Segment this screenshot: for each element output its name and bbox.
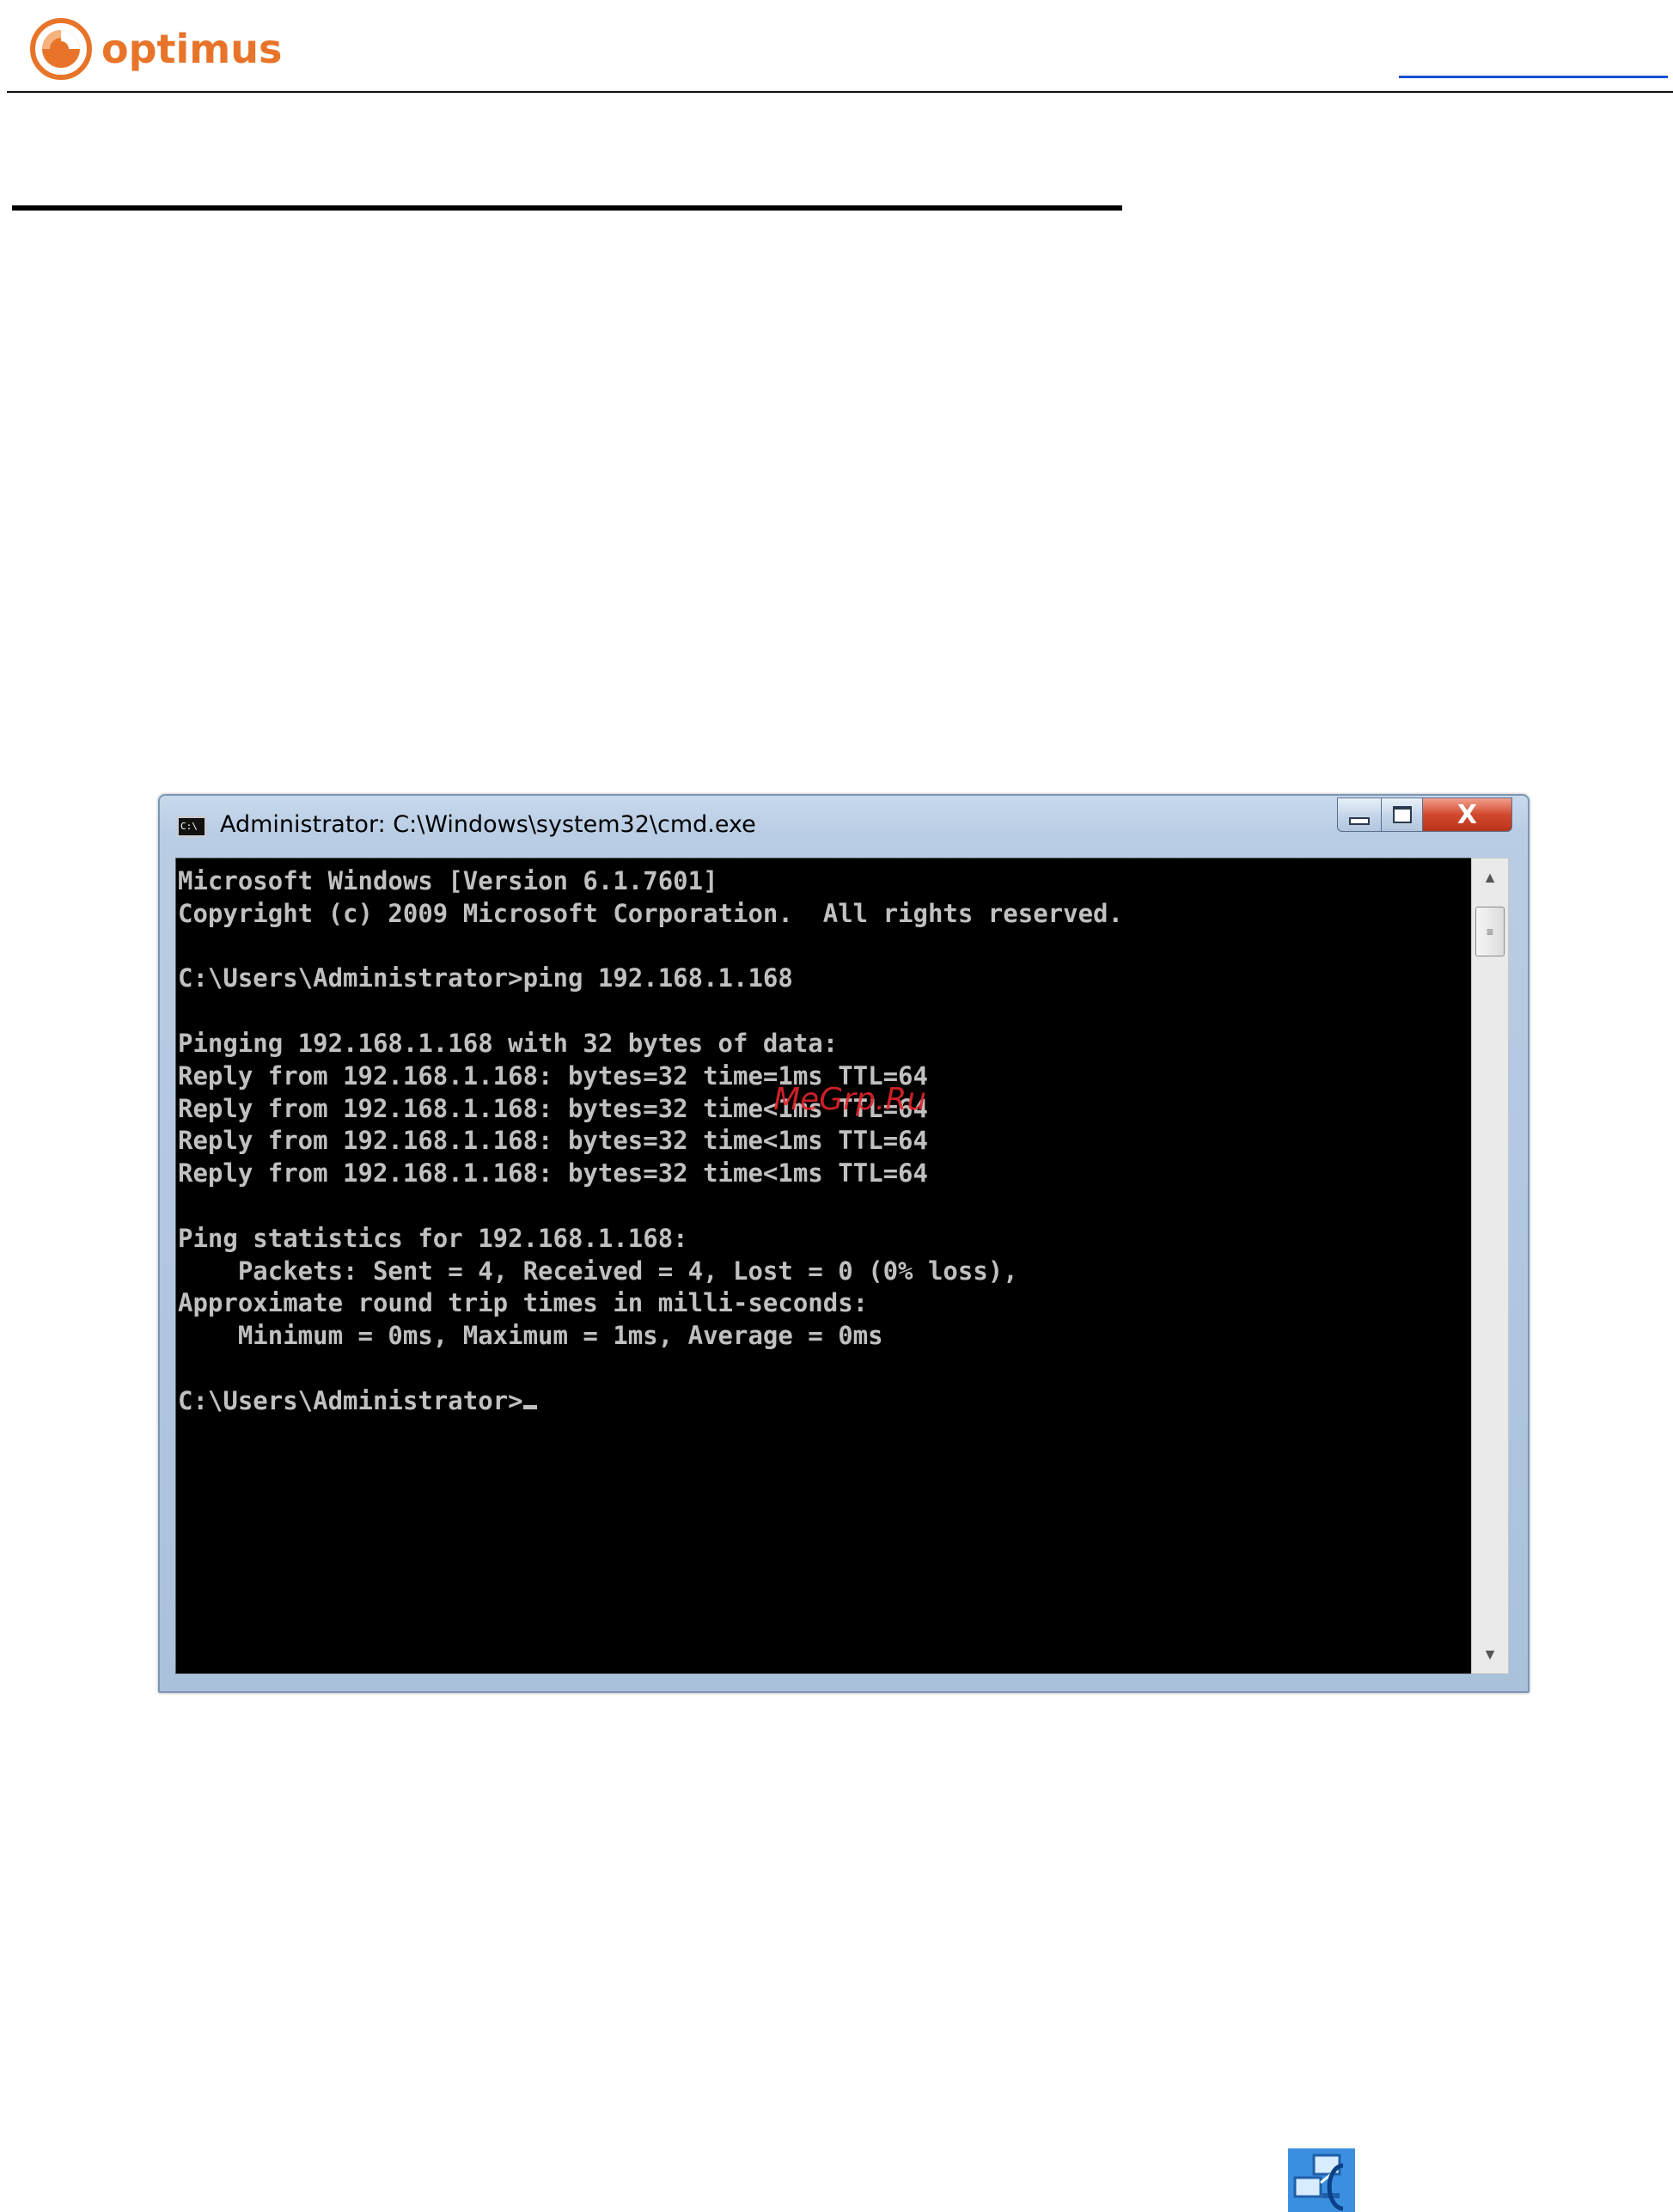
console-output[interactable]: Microsoft Windows [Version 6.1.7601] Cop… (175, 858, 1473, 1674)
scrollbar-thumb[interactable]: ≡ (1475, 907, 1505, 956)
brand-name: optimus (101, 26, 283, 72)
console-line: Reply from 192.168.1.168: bytes=32 time<… (178, 1158, 928, 1188)
console-line: Approximate round trip times in milli-se… (178, 1288, 869, 1318)
scroll-up-icon: ▲ (1482, 868, 1498, 886)
console-line: Pinging 192.168.1.168 with 32 bytes of d… (178, 1028, 839, 1058)
close-button[interactable]: X (1423, 797, 1512, 832)
console-prompt: C:\Users\Administrator> (178, 1385, 523, 1415)
brand-logo: optimus (29, 17, 282, 81)
watermark: MeGrp.Ru (773, 1082, 927, 1117)
maximize-icon (1392, 806, 1412, 823)
minimize-icon (1349, 816, 1370, 825)
cmd-titlebar[interactable]: C:\ Administrator: C:\Windows\system32\c… (160, 796, 1528, 858)
console-line: Ping statistics for 192.168.1.168: (178, 1223, 688, 1253)
optimus-logo-icon (30, 18, 92, 80)
window-controls: X (1337, 797, 1512, 832)
cmd-window: C:\ Administrator: C:\Windows\system32\c… (158, 794, 1530, 1693)
scroll-up-button[interactable]: ▲ (1472, 860, 1508, 895)
vertical-scrollbar[interactable]: ▲ ≡ ▼ (1471, 858, 1509, 1674)
header-link-underline[interactable] (1399, 76, 1668, 78)
maximize-button[interactable] (1382, 797, 1423, 832)
network-tray-icon[interactable] (1288, 2148, 1355, 2212)
window-title: Administrator: C:\Windows\system32\cmd.e… (220, 811, 756, 838)
minimize-button[interactable] (1337, 797, 1382, 832)
console-text: Microsoft Windows [Version 6.1.7601] Cop… (176, 859, 1472, 1418)
close-icon: X (1456, 799, 1478, 830)
cmd-icon: C:\ (177, 816, 206, 837)
console-line: Microsoft Windows [Version 6.1.7601] (178, 866, 718, 895)
header-divider (7, 91, 1673, 93)
grip-icon: ≡ (1486, 925, 1494, 938)
scroll-down-button[interactable]: ▼ (1472, 1637, 1508, 1671)
text-cursor (522, 1404, 537, 1409)
console-line: Reply from 192.168.1.168: bytes=32 time<… (178, 1126, 928, 1156)
section-title-underline (12, 205, 1122, 211)
console-line: Copyright (c) 2009 Microsoft Corporation… (178, 898, 1123, 928)
console-line: C:\Users\Administrator>ping 192.168.1.16… (178, 963, 793, 993)
scroll-down-icon: ▼ (1482, 1645, 1498, 1663)
console-line: Packets: Sent = 4, Received = 4, Lost = … (178, 1256, 1018, 1286)
console-line: Minimum = 0ms, Maximum = 1ms, Average = … (178, 1321, 883, 1351)
